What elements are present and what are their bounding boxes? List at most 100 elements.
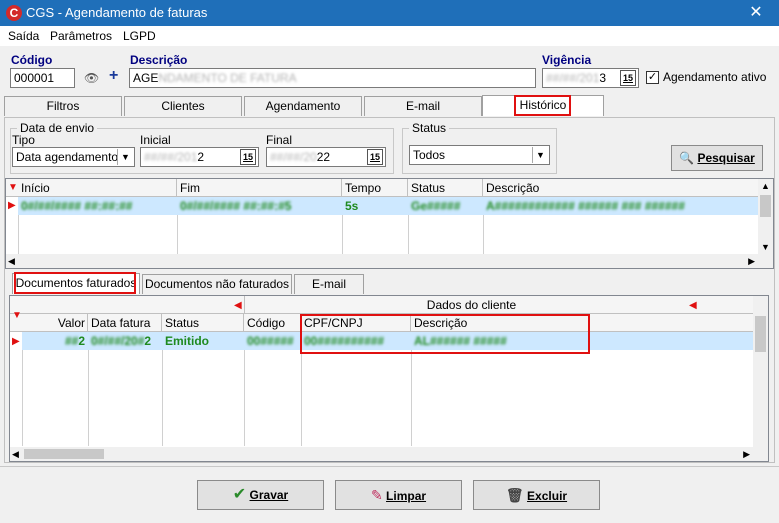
pesquisar-label: Pesquisar: [697, 151, 755, 165]
main-tabs: Filtros Clientes Agendamento E-mail Hist…: [4, 95, 775, 118]
gravar-button[interactable]: ✔ Gravar: [197, 480, 324, 510]
scroll-thumb[interactable]: [760, 195, 771, 217]
row-pointer-icon: ▶: [8, 200, 16, 211]
scroll-down-icon[interactable]: ▼: [758, 240, 773, 254]
cell-status: Emitido: [165, 334, 209, 348]
tab-sub-email[interactable]: E-mail: [294, 274, 364, 294]
agendamento-ativo-checkbox[interactable]: ✓: [646, 71, 659, 84]
historico-grid-header: ▼ Início Fim Tempo Status Descrição: [6, 179, 758, 197]
vigencia-input[interactable]: ##/##/2013 15: [542, 68, 639, 88]
scroll-up-icon[interactable]: ▲: [758, 179, 773, 193]
limpar-button[interactable]: ✎ Limpar: [335, 480, 462, 510]
cell-tempo: 5s: [345, 199, 359, 213]
descricao-input[interactable]: AGENDAMENTO DE FATURA: [129, 68, 536, 88]
menu-saida[interactable]: Saída: [8, 29, 39, 43]
scroll-left-icon[interactable]: ◀: [12, 447, 19, 461]
close-icon[interactable]: ✕: [738, 2, 774, 24]
grid-line: [411, 350, 412, 446]
col-inicio[interactable]: Início: [18, 179, 177, 197]
trash-icon: 🗑: [505, 487, 524, 503]
grid-line: [177, 215, 178, 255]
grid-line: [342, 215, 343, 255]
scroll-left-icon[interactable]: ◀: [8, 254, 15, 268]
highlight-historico: [514, 95, 571, 116]
sort-indicator-icon: ▼: [8, 182, 18, 193]
scroll-thumb[interactable]: [24, 449, 104, 459]
app-logo-icon: C: [6, 5, 22, 21]
grid-line: [483, 215, 484, 255]
tab-email[interactable]: E-mail: [364, 96, 482, 116]
calendar-icon[interactable]: 15: [367, 149, 383, 165]
final-input[interactable]: ##/##/2022 15: [266, 147, 386, 167]
final-end: 22: [316, 150, 331, 164]
pesquisar-button[interactable]: 🔍 Pesquisar: [671, 145, 763, 171]
cell-data-fatura: 0#/##/20#2: [88, 332, 162, 350]
limpar-label: Limpar: [386, 489, 427, 503]
col-status[interactable]: Status: [162, 314, 244, 332]
scroll-thumb[interactable]: [755, 316, 766, 352]
grid-line: [18, 215, 19, 255]
codigo-input[interactable]: 000001: [10, 68, 75, 88]
vertical-scrollbar[interactable]: [753, 296, 768, 447]
tab-agendamento[interactable]: Agendamento: [244, 96, 362, 116]
status-legend: Status: [409, 121, 450, 135]
col-tempo[interactable]: Tempo: [342, 179, 408, 197]
dados-cliente-header: Dados do cliente: [426, 298, 517, 312]
checkmark-icon: ✔: [232, 486, 247, 503]
col-descricao[interactable]: Descrição: [483, 179, 758, 197]
cell-data-fatura-end: 2: [144, 334, 152, 348]
group-header-row: ◀ Dados do cliente ◀: [10, 296, 753, 314]
tipo-select[interactable]: Data agendamento ▼: [12, 147, 135, 167]
cell-valor-end: 2: [78, 334, 85, 348]
col-valor[interactable]: Valor: [22, 314, 88, 332]
horizontal-scrollbar[interactable]: ◀ ▶: [10, 447, 768, 461]
calendar-icon[interactable]: 15: [620, 70, 636, 86]
historico-grid: ▼ Início Fim Tempo Status Descrição ▶ 0#…: [5, 178, 774, 269]
grid-line: [301, 350, 302, 446]
status-select[interactable]: Todos ▼: [409, 145, 550, 165]
menu-lgpd[interactable]: LGPD: [123, 29, 156, 43]
calendar-icon[interactable]: 15: [240, 149, 256, 165]
search-icon: 🔍: [679, 151, 695, 165]
inicial-input[interactable]: ##/##/2012 15: [140, 147, 259, 167]
col-fim[interactable]: Fim: [177, 179, 342, 197]
col-data-fatura[interactable]: Data fatura: [88, 314, 162, 332]
gravar-label: Gravar: [249, 488, 289, 502]
col-codigo[interactable]: Código: [244, 314, 301, 332]
codigo-label: Código: [11, 53, 53, 67]
excluir-button[interactable]: 🗑 Excluir: [473, 480, 600, 510]
inicial-label: Inicial: [140, 133, 171, 147]
tab-clientes[interactable]: Clientes: [124, 96, 242, 116]
binoculars-icon[interactable]: 👁: [84, 71, 99, 85]
cell-inicio: 0#/##/#### ##:##:##: [21, 199, 133, 213]
grid-line: [408, 215, 409, 255]
final-label: Final: [266, 133, 293, 147]
window-title: CGS - Agendamento de faturas: [26, 5, 208, 20]
col-status[interactable]: Status: [408, 179, 483, 197]
menu-parametros[interactable]: Parâmetros: [50, 29, 112, 43]
descricao-label: Descrição: [130, 53, 188, 67]
cell-descricao: A############ ###### ### ######: [486, 199, 685, 213]
sort-indicator-icon: ▼: [12, 310, 22, 321]
vertical-scrollbar[interactable]: ▲ ▼: [758, 179, 773, 254]
scroll-right-icon[interactable]: ▶: [743, 447, 750, 461]
horizontal-scrollbar[interactable]: ◀ ▶: [6, 254, 773, 268]
title-bar: C CGS - Agendamento de faturas ✕: [0, 0, 779, 26]
scroll-right-icon[interactable]: ▶: [748, 254, 755, 268]
chevron-down-icon: ▼: [117, 149, 133, 165]
status-value: Todos: [413, 148, 446, 162]
cell-codigo: 00#####: [247, 334, 294, 348]
collapse-left-icon[interactable]: ◀: [689, 300, 697, 311]
vigencia-end: 3: [599, 71, 607, 85]
cell-valor-blurred: ##: [64, 334, 79, 348]
grid-line: [162, 350, 163, 446]
collapse-left-icon[interactable]: ◀: [234, 300, 242, 311]
eraser-icon: ✎: [370, 487, 383, 503]
tab-documentos-nao-faturados[interactable]: Documentos não faturados: [142, 274, 292, 294]
excluir-label: Excluir: [527, 489, 568, 503]
highlight-cliente-columns: [300, 314, 590, 354]
inicial-blurred: ##/##/201: [144, 150, 198, 164]
add-icon[interactable]: +: [109, 67, 118, 85]
tab-filtros[interactable]: Filtros: [4, 96, 122, 116]
inicial-end: 2: [197, 150, 205, 164]
